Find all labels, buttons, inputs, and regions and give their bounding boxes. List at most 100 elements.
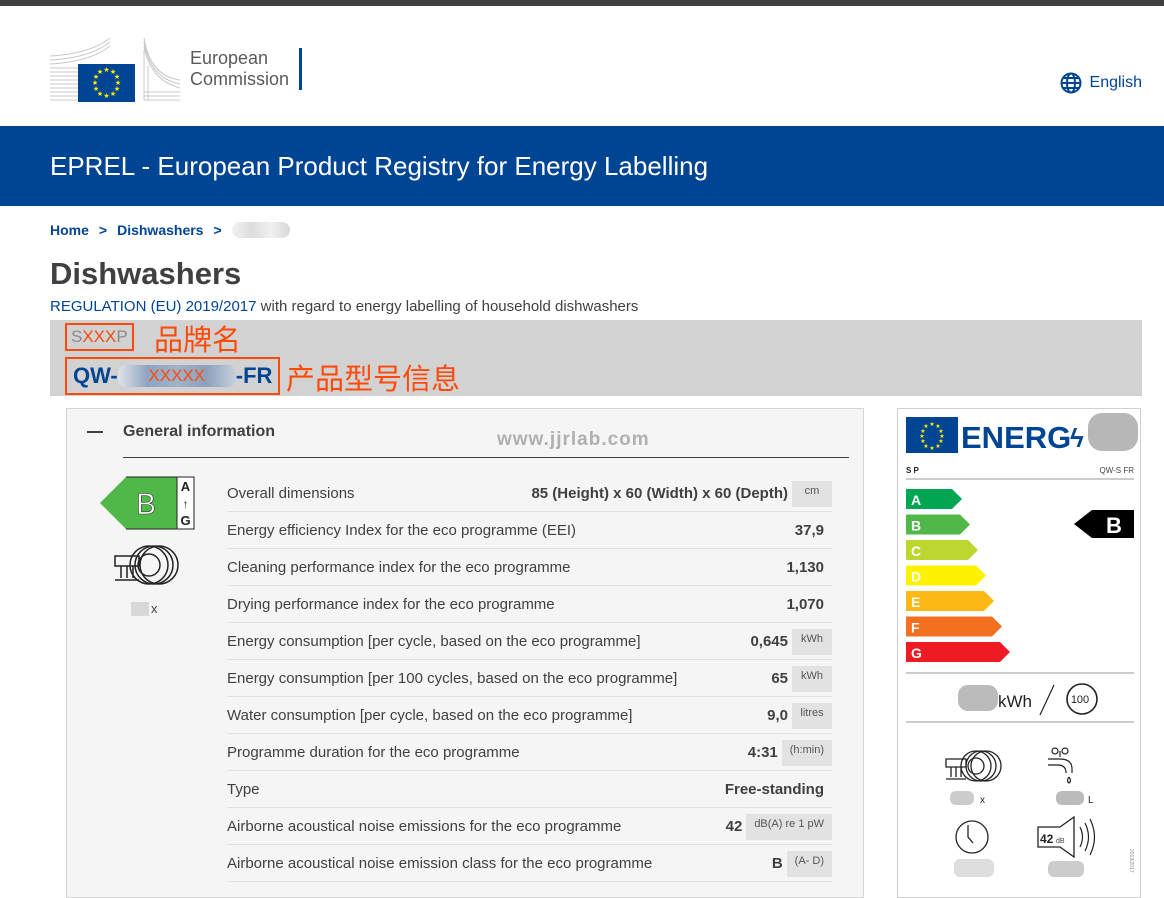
energy-class-letter: B [911,518,921,534]
spec-row: Type Free-standing [227,771,832,808]
regulation-text: with regard to energy labelling of house… [256,298,639,315]
spec-label: Cleaning performance index for the eco p… [227,558,571,576]
spec-row: Programme duration for the eco programme… [227,734,832,771]
spec-unit: (A- D) [786,851,832,877]
spec-label: Airborne acoustical noise emissions for … [227,817,622,835]
spec-value: 42 [725,817,743,835]
chevron-right-icon: > [213,222,222,238]
spec-unit: litres [792,703,832,729]
blurred-place-settings [950,791,974,805]
spec-label: Overall dimensions [227,484,355,502]
energy-label-graphic: ★ ★★★★★★★★★★★ ENERG ϟ S P QW-S FR ABCDEFG… [906,413,1138,877]
label-noise-unit: dB [1056,838,1065,845]
spec-unit: (h:min) [781,740,832,766]
spec-row: Overall dimensions 85 (Height) x 60 (Widt… [227,475,832,512]
page-title: Dishwashers [50,256,242,291]
label-noise-value: 42 [1040,832,1054,846]
spec-label: Programme duration for the eco programme [227,743,520,761]
breadcrumb-dishwashers[interactable]: Dishwashers [117,222,203,238]
arrow-up-icon: ↑ [183,497,189,511]
site-banner: EPREL - European Product Registry for En… [0,126,1164,206]
spec-row: Cleaning performance index for the eco p… [227,549,832,586]
label-water-unit: L [1088,795,1094,806]
place-settings-icon [945,750,1002,782]
duration-clock-icon [955,820,989,854]
spec-label: Energy efficiency Index for the eco prog… [227,521,577,539]
spec-row: Drying performance index for the eco pro… [227,586,832,623]
spec-label: Energy consumption [per 100 cycles, base… [227,669,678,687]
ec-building-flag-icon: ★ ★★★★★★★★★★★ [50,37,180,102]
brand-name: SXXXP [65,323,134,351]
model-masked: XXXXX [117,365,236,387]
spec-row: Airborne acoustical noise emission class… [227,845,832,882]
model-annotation: 产品型号信息 [286,364,461,396]
svg-text:★: ★ [935,443,940,450]
european-commission-logo[interactable]: ★ ★ ★ ★ ★ ★ ★ ★ ★ ★ ★ ★ European Commission [50,36,303,102]
brand-suffix: P [116,327,128,346]
energy-label-card[interactable]: ★ ★ ★ ★ ★ ★ ★ ★ ★ ★ ★ ★ ENERG ϟ S P QW-S FR ABCDEFG… [897,408,1141,898]
spec-label: Type [227,780,260,798]
place-settings-icon [114,545,179,585]
water-tap-icon [1048,747,1073,784]
collapse-icon [87,431,103,433]
brand-masked: XXX [82,327,117,346]
label-place-settings-unit: x [980,795,985,806]
label-model: QW-S FR [1099,466,1134,475]
spec-value: 1,070 [786,595,824,613]
spec-value: 1,130 [786,558,824,576]
svg-text:★: ★ [929,445,934,452]
blurred-noise-class [1048,861,1084,877]
energy-class-arrow: B A ↑ G [100,476,195,530]
brand-prefix: S [71,327,83,346]
breadcrumb-product-blurred [231,222,290,238]
model-identifier: QW- XXXXX -FR [65,357,281,395]
spec-label: Water consumption [per cycle, based on t… [227,706,633,724]
spec-row: Energy consumption [per cycle, based on … [227,623,832,660]
spec-value: B [771,854,783,872]
spec-value: 85 (Height) x 60 (Width) x 60 (Depth) [531,484,788,502]
energy-class-letter: G [911,645,922,661]
blurred-logo [1088,413,1138,451]
blurred-energy-value [958,685,998,711]
section-divider [123,457,849,458]
logo-line-2: Commission [190,69,290,89]
model-prefix: QW- [73,363,118,388]
spec-unit: dB(A) re 1 pW [746,814,832,840]
breadcrumb: Home > Dishwashers > [50,222,290,238]
blurred-duration [954,859,994,877]
spec-label: Airborne acoustical noise emission class… [227,854,653,872]
spec-label: Drying performance index for the eco pro… [227,595,555,613]
energy-class-letter: F [911,620,920,636]
spec-row: Energy consumption [per 100 cycles, base… [227,660,832,697]
spec-unit: kWh [792,629,832,655]
language-label: English [1089,74,1142,91]
energy-class-letter: B [136,488,156,521]
svg-text:★: ★ [103,92,109,100]
spec-value: Free-standing [724,780,824,798]
spec-value: 0,645 [750,632,788,650]
scale-top: A [181,479,191,494]
rated-class-arrow [1074,510,1134,538]
section-title: General information [123,423,276,440]
blurred-water-value [1056,791,1084,805]
svg-text:★: ★ [923,423,928,430]
general-information-toggle[interactable]: General information [87,423,275,441]
spec-value: 9,0 [767,706,788,724]
cycles-value: 100 [1071,694,1089,706]
regulation-link[interactable]: REGULATION (EU) 2019/2017 [50,298,256,315]
svg-text:★: ★ [97,68,103,76]
rated-class-letter: B [1106,513,1122,538]
product-header: SXXXP 品牌名 QW- XXXXX -FR 产品型号信息 [50,320,1142,396]
breadcrumb-home[interactable]: Home [50,222,89,238]
energy-class-bar-f [906,616,1002,637]
place-settings-value: x [131,601,158,616]
language-selector[interactable]: English [1060,72,1142,94]
logo-text: European Commission [190,48,303,90]
logo-line-1: European [190,48,269,68]
regulation-line: REGULATION (EU) 2019/2017 with regard to… [50,298,638,315]
svg-text:★: ★ [110,90,116,98]
general-information-panel: General information www.jjrlab.com B A ↑… [66,408,864,898]
spec-value: 4:31 [747,743,778,761]
energy-label-title: ENERG [961,420,1071,455]
blurred-value [131,601,149,616]
